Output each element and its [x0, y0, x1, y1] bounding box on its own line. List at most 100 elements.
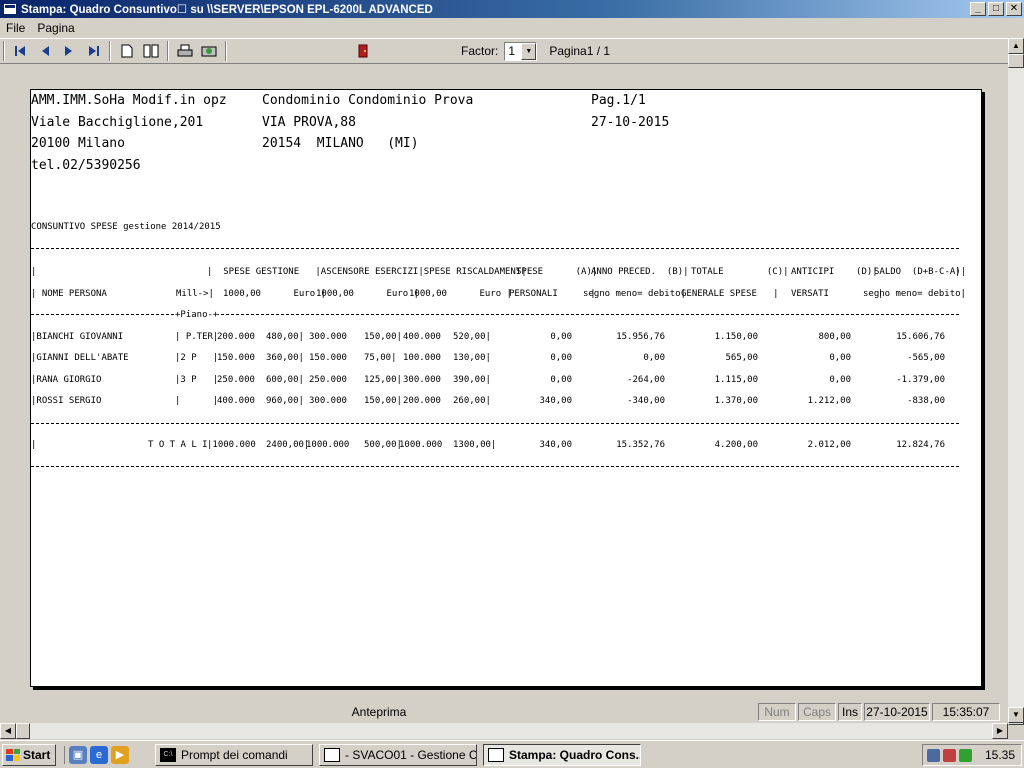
col-head1-saldo: SALDO (D+B-C-A)|: [874, 267, 967, 277]
totals-ascensore-mill: 1000.000: [306, 440, 350, 450]
scroll-up-icon[interactable]: ▲: [1008, 38, 1024, 54]
status-time: 15:35:07: [932, 703, 1000, 721]
totals-pipe: |: [31, 440, 37, 450]
col-head2-mill: Mill->|: [176, 289, 214, 299]
vertical-scrollbar[interactable]: ▲ ▼: [1008, 38, 1024, 725]
row-gestione-euro: 600,00|: [266, 375, 304, 385]
row-gestione-mill: 400.000: [217, 396, 255, 406]
menu-file[interactable]: File: [0, 21, 31, 35]
row-ascensore-euro: 150,00|: [364, 332, 402, 342]
window-title: Stampa: Quadro Consuntivo☐ su \\SERVER\E…: [21, 4, 433, 16]
next-page-icon[interactable]: [57, 40, 81, 62]
system-tray: 15.35: [922, 744, 1022, 766]
task-stampa[interactable]: Stampa: Quadro Cons...: [483, 743, 641, 766]
table-rule: [31, 423, 959, 424]
table-rule: [31, 466, 959, 467]
row-spese: 340,00: [539, 396, 572, 406]
row-gestione-euro: 960,00|: [266, 396, 304, 406]
scroll-left-icon[interactable]: ◀: [0, 723, 16, 739]
page-number: Pag.1/1: [591, 93, 646, 108]
row-name: |RANA GIORGIO: [31, 375, 102, 385]
row-ascensore-mill: 150.000: [309, 353, 347, 363]
media-player-icon[interactable]: ▶: [111, 745, 129, 764]
totals-riscaldamento-euro: 1300,00|: [453, 440, 497, 450]
update-icon[interactable]: [959, 748, 972, 762]
exit-door-icon[interactable]: [351, 40, 375, 62]
table-edge: |: [955, 267, 961, 277]
row-gestione-mill: 250.000: [217, 375, 255, 385]
factor-select[interactable]: 1 ▼: [504, 41, 538, 61]
row-piano: | |: [175, 396, 219, 406]
totals-anticipi: 2.012,00: [807, 440, 851, 450]
horizontal-scroll-thumb[interactable]: [16, 723, 30, 739]
start-button[interactable]: Start: [2, 743, 56, 766]
row-name: |ROSSI SERGIO: [31, 396, 102, 406]
factor-label: Factor:: [461, 44, 499, 58]
toolbar-separator: [109, 41, 111, 61]
row-ascensore-euro: 150,00|: [364, 396, 402, 406]
menu-pagina[interactable]: Pagina: [31, 21, 80, 35]
chevron-down-icon[interactable]: ▼: [521, 42, 537, 60]
agency-address: Viale Bacchiglione,201: [31, 115, 204, 130]
status-bar: Anteprima Num Caps Ins 27-10-2015 15:35:…: [0, 701, 1008, 723]
toolbar-separator: [225, 41, 227, 61]
show-desktop-icon[interactable]: ▣: [69, 745, 87, 764]
col-head1-groups: | SPESE GESTIONE |ASCENSORE ESERCIZI|SPE…: [207, 267, 527, 277]
row-gestione-mill: 150.000: [217, 353, 255, 363]
taskbar: Start ▣ e ▶ C:\ Prompt dei comandi - SVA…: [0, 740, 1024, 768]
totals-gestione-euro: 2400,00|: [266, 440, 310, 450]
internet-explorer-icon[interactable]: e: [90, 745, 108, 764]
first-page-icon[interactable]: [9, 40, 33, 62]
row-totale: 565,00: [725, 353, 758, 363]
print-icon[interactable]: [173, 40, 197, 62]
row-totale: 1.370,00: [714, 396, 758, 406]
start-label: Start: [23, 747, 51, 762]
toolbar-separator: [167, 41, 169, 61]
row-anno-prec: -340,00: [627, 396, 665, 406]
scroll-right-icon[interactable]: ▶: [992, 723, 1008, 739]
menu-bar: File Pagina: [0, 18, 1024, 38]
scroll-down-icon[interactable]: ▼: [1008, 707, 1024, 723]
maximize-button[interactable]: □: [988, 2, 1004, 16]
row-riscaldamento-euro: 130,00|: [453, 353, 491, 363]
task-command-prompt[interactable]: C:\ Prompt dei comandi: [155, 743, 313, 766]
toolbar: Factor: 1 ▼ Pagina1 / 1: [0, 38, 1008, 64]
condo-address: VIA PROVA,88: [262, 115, 356, 130]
col-head2-debito-saldo: segno meno= debito|: [863, 289, 966, 299]
row-ascensore-euro: 75,00|: [364, 353, 397, 363]
table-rule: [31, 248, 959, 249]
condo-city: 20154 MILANO (MI): [262, 136, 419, 151]
vertical-scroll-thumb[interactable]: [1008, 54, 1024, 68]
close-button[interactable]: ✕: [1006, 2, 1022, 16]
row-ascensore-mill: 300.000: [309, 332, 347, 342]
row-riscaldamento-euro: 520,00|: [453, 332, 491, 342]
page-setup-icon[interactable]: [197, 40, 221, 62]
row-anticipi: 800,00: [818, 332, 851, 342]
horizontal-scrollbar[interactable]: ◀ ▶: [0, 723, 1008, 739]
last-page-icon[interactable]: [81, 40, 105, 62]
row-riscaldamento-mill: 100.000: [403, 353, 441, 363]
quick-launch: ▣ e ▶: [64, 745, 129, 764]
col-head2-name: | NOME PERSONA: [31, 289, 107, 299]
security-icon[interactable]: [943, 748, 956, 762]
prev-page-icon[interactable]: [33, 40, 57, 62]
totals-label: T O T A L I: [148, 440, 208, 450]
row-anno-prec: 15.956,76: [616, 332, 665, 342]
row-spese: 0,00: [550, 375, 572, 385]
single-page-icon[interactable]: [115, 40, 139, 62]
table-rule: [31, 314, 959, 315]
row-piano: | P.TER|: [175, 332, 219, 342]
status-text: Anteprima: [351, 705, 407, 719]
minimize-button[interactable]: _: [970, 2, 986, 16]
row-saldo: -565,00: [907, 353, 945, 363]
network-icon[interactable]: [927, 748, 940, 762]
totals-riscaldamento-mill: 1000.000: [399, 440, 443, 450]
two-pages-icon[interactable]: [139, 40, 163, 62]
col-head2-riscaldamento: 1000,00 Euro |: [409, 289, 512, 299]
col-head2-gestione: 1000,00 Euro |: [223, 289, 326, 299]
row-spese: 0,00: [550, 332, 572, 342]
row-anno-prec: -264,00: [627, 375, 665, 385]
task-svaco01[interactable]: - SVACO01 - Gestione C...: [319, 743, 477, 766]
windows-logo-icon: [6, 748, 20, 761]
col-head1-anticipi: ANTICIPI (D)|: [791, 267, 878, 277]
